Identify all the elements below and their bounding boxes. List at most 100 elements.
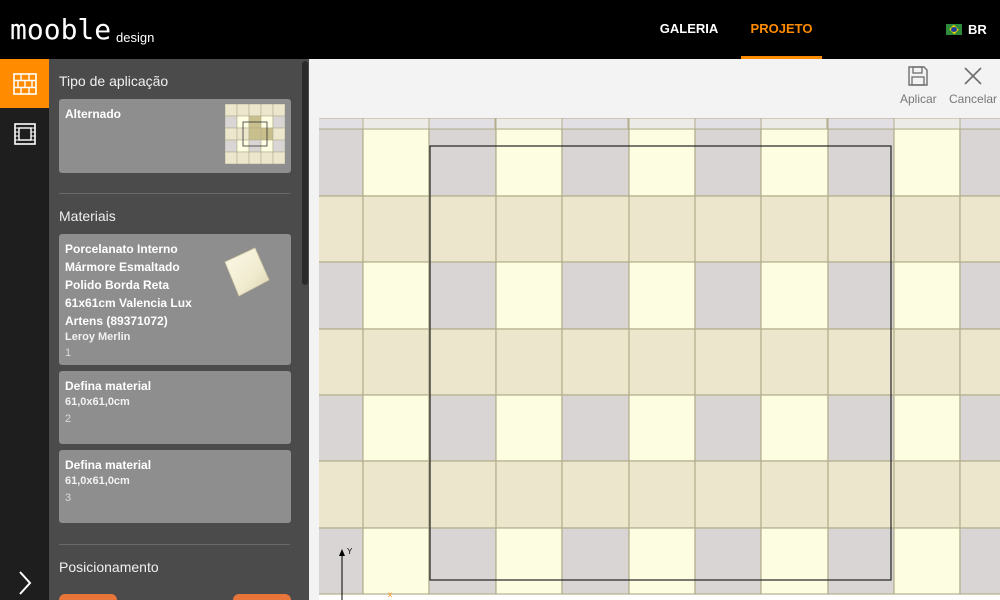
- positioning-title: Posicionamento: [59, 559, 159, 575]
- floor-tile: [893, 261, 961, 330]
- rail-item-floor-tiles[interactable]: [0, 59, 49, 108]
- logo: mooble: [10, 13, 112, 46]
- floor-tile: [628, 195, 696, 263]
- brazil-flag-icon: [946, 24, 962, 35]
- thumbnail-tile: [225, 139, 238, 153]
- cancel-label: Cancelar: [949, 92, 998, 106]
- nav-galeria[interactable]: GALERIA: [648, 0, 730, 59]
- floor-tile: [628, 261, 696, 330]
- floor-tile: [694, 394, 762, 462]
- thumbnail-tile: [272, 127, 285, 141]
- floor-tile: [827, 118, 895, 130]
- material-1-index: 1: [65, 347, 72, 359]
- floor-tile: [827, 460, 895, 529]
- positioning-button-left[interactable]: [59, 594, 117, 600]
- floor-tile: [628, 460, 696, 529]
- thumbnail-tile: [272, 151, 285, 164]
- floor-tile: [760, 195, 829, 263]
- floor-tile: [694, 118, 762, 130]
- floor-tile: [628, 394, 696, 462]
- material-card-3[interactable]: Defina material 61,0x61,0cm 3: [59, 450, 291, 523]
- floor-tile: [959, 118, 1000, 130]
- floor-tile: [760, 118, 828, 130]
- floor-tile: [561, 460, 630, 529]
- material-2-index: 2: [65, 413, 72, 425]
- tile-layout-svg[interactable]: Y x: [319, 118, 1000, 600]
- floor-tile: [893, 527, 961, 595]
- floor-tile: [628, 128, 696, 197]
- thumbnail-tile: [260, 104, 274, 117]
- thumbnail-tile: [272, 115, 285, 129]
- divider: [59, 544, 290, 545]
- panel-scrollbar[interactable]: [302, 61, 308, 285]
- close-icon: [964, 67, 982, 85]
- positioning-button-right[interactable]: [233, 594, 291, 600]
- floor-tile: [428, 328, 497, 396]
- apply-label: Aplicar: [900, 92, 937, 106]
- floor-tile: [428, 195, 497, 263]
- floor-tile: [362, 118, 430, 130]
- material-card-1[interactable]: Porcelanato Interno Mármore Esmaltado Po…: [59, 234, 291, 365]
- thumbnail-tile: [236, 151, 250, 164]
- expand-panel-button[interactable]: [0, 565, 49, 600]
- floor-tile: [694, 460, 762, 529]
- alternate-pattern-thumbnail: [225, 104, 285, 164]
- editor-toolbar: Aplicar Cancelar: [309, 59, 1000, 109]
- tile-canvas[interactable]: Y x: [319, 118, 1000, 600]
- floor-tile: [319, 394, 364, 462]
- material-card-2[interactable]: Defina material 61,0x61,0cm 2: [59, 371, 291, 444]
- floor-tile: [694, 128, 762, 197]
- language-selector[interactable]: BR: [946, 22, 987, 37]
- application-type-title: Tipo de aplicação: [59, 73, 169, 89]
- floor-tile: [319, 128, 364, 197]
- floor-tile: [561, 128, 630, 197]
- floor-tile: [959, 460, 1000, 529]
- floor-tile: [428, 394, 497, 462]
- top-bar: mooble design GALERIA PROJETO BR: [0, 0, 1000, 59]
- floor-tile: [362, 394, 430, 462]
- thumbnail-tile: [225, 104, 238, 117]
- floor-tile: [362, 195, 430, 263]
- floor-tile: [893, 394, 961, 462]
- floor-tile: [827, 128, 895, 197]
- floor-tile: [561, 527, 630, 595]
- floor-tile: [893, 328, 961, 396]
- floor-tile: [959, 394, 1000, 462]
- floor-tile: [319, 527, 364, 595]
- floor-tile: [694, 261, 762, 330]
- logo-subtitle: design: [116, 30, 155, 45]
- floor-tile: [495, 195, 563, 263]
- thumbnail-tile: [260, 151, 274, 164]
- floor-tile: [362, 527, 430, 595]
- nav-projeto[interactable]: PROJETO: [741, 0, 822, 59]
- apply-button[interactable]: Aplicar: [900, 65, 937, 106]
- thumbnail-tile: [236, 104, 250, 117]
- film-frame-icon: [13, 122, 36, 145]
- floor-tile: [319, 195, 364, 263]
- floor-tile: [495, 527, 563, 595]
- editor-area: Aplicar Cancelar Y x: [309, 59, 1000, 600]
- floor-tile: [893, 195, 961, 263]
- language-label: BR: [968, 22, 987, 37]
- material-2-size: 61,0x61,0cm: [65, 396, 130, 408]
- floor-tile: [893, 118, 961, 130]
- thumbnail-tile: [225, 127, 238, 141]
- rail-item-frame[interactable]: [0, 109, 49, 158]
- thumbnail-tile: [248, 127, 262, 141]
- floor-tile: [561, 118, 629, 130]
- floor-tile: [694, 195, 762, 263]
- thumbnail-tile: [272, 104, 285, 117]
- floor-tile: [827, 394, 895, 462]
- floor-tile: [495, 118, 563, 130]
- cancel-button[interactable]: Cancelar: [949, 65, 997, 106]
- material-2-name: Defina material: [65, 379, 152, 393]
- floor-tile: [893, 128, 961, 197]
- floor-tile: [495, 394, 563, 462]
- thumbnail-tile: [248, 151, 262, 164]
- floor-tile: [428, 527, 497, 595]
- application-type-card[interactable]: Alternado: [59, 99, 291, 173]
- floor-tile: [760, 460, 829, 529]
- thumbnail-tile: [248, 104, 262, 117]
- floor-tile: [893, 460, 961, 529]
- thumbnail-tile: [225, 151, 238, 164]
